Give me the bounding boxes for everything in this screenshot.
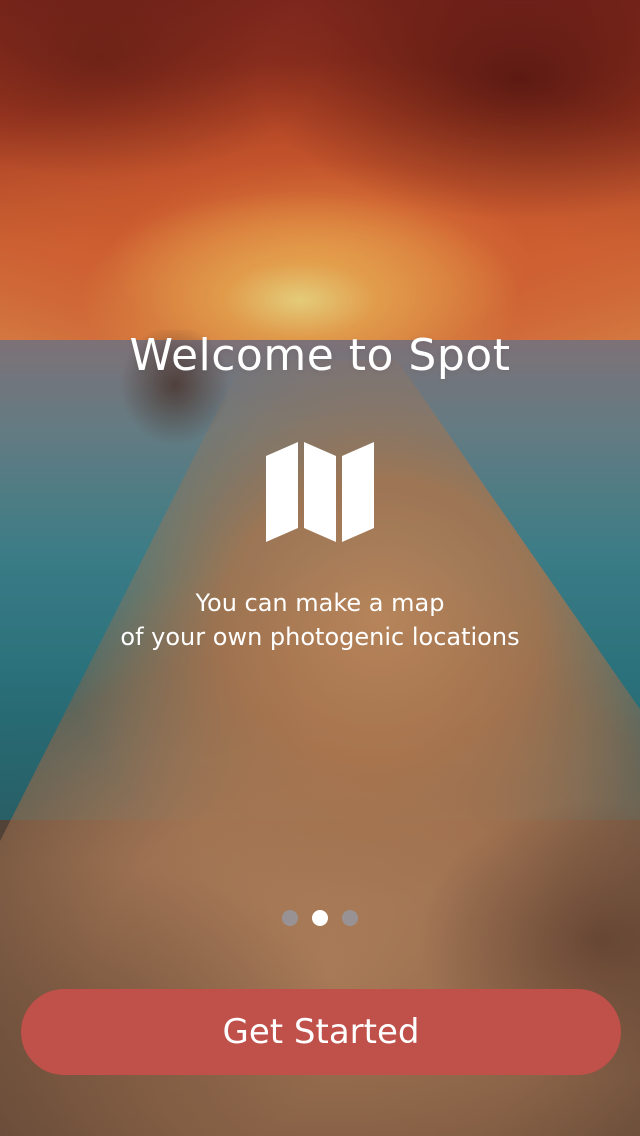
page-dot-3[interactable] bbox=[342, 910, 358, 926]
blurred-background-image bbox=[0, 0, 640, 1136]
page-dot-1[interactable] bbox=[282, 910, 298, 926]
page-indicator bbox=[0, 910, 640, 926]
description-line-2: of your own photogenic locations bbox=[120, 623, 520, 651]
onboarding-screen: Welcome to Spot You can make a map of yo… bbox=[0, 0, 640, 1136]
dim-overlay bbox=[0, 0, 640, 1136]
welcome-title: Welcome to Spot bbox=[129, 330, 511, 381]
description-line-1: You can make a map bbox=[195, 589, 445, 617]
get-started-button[interactable]: Get Started bbox=[21, 989, 621, 1075]
map-icon bbox=[266, 442, 374, 542]
page-dot-2-active[interactable] bbox=[312, 910, 328, 926]
onboarding-description: You can make a map of your own photogeni… bbox=[0, 586, 640, 654]
